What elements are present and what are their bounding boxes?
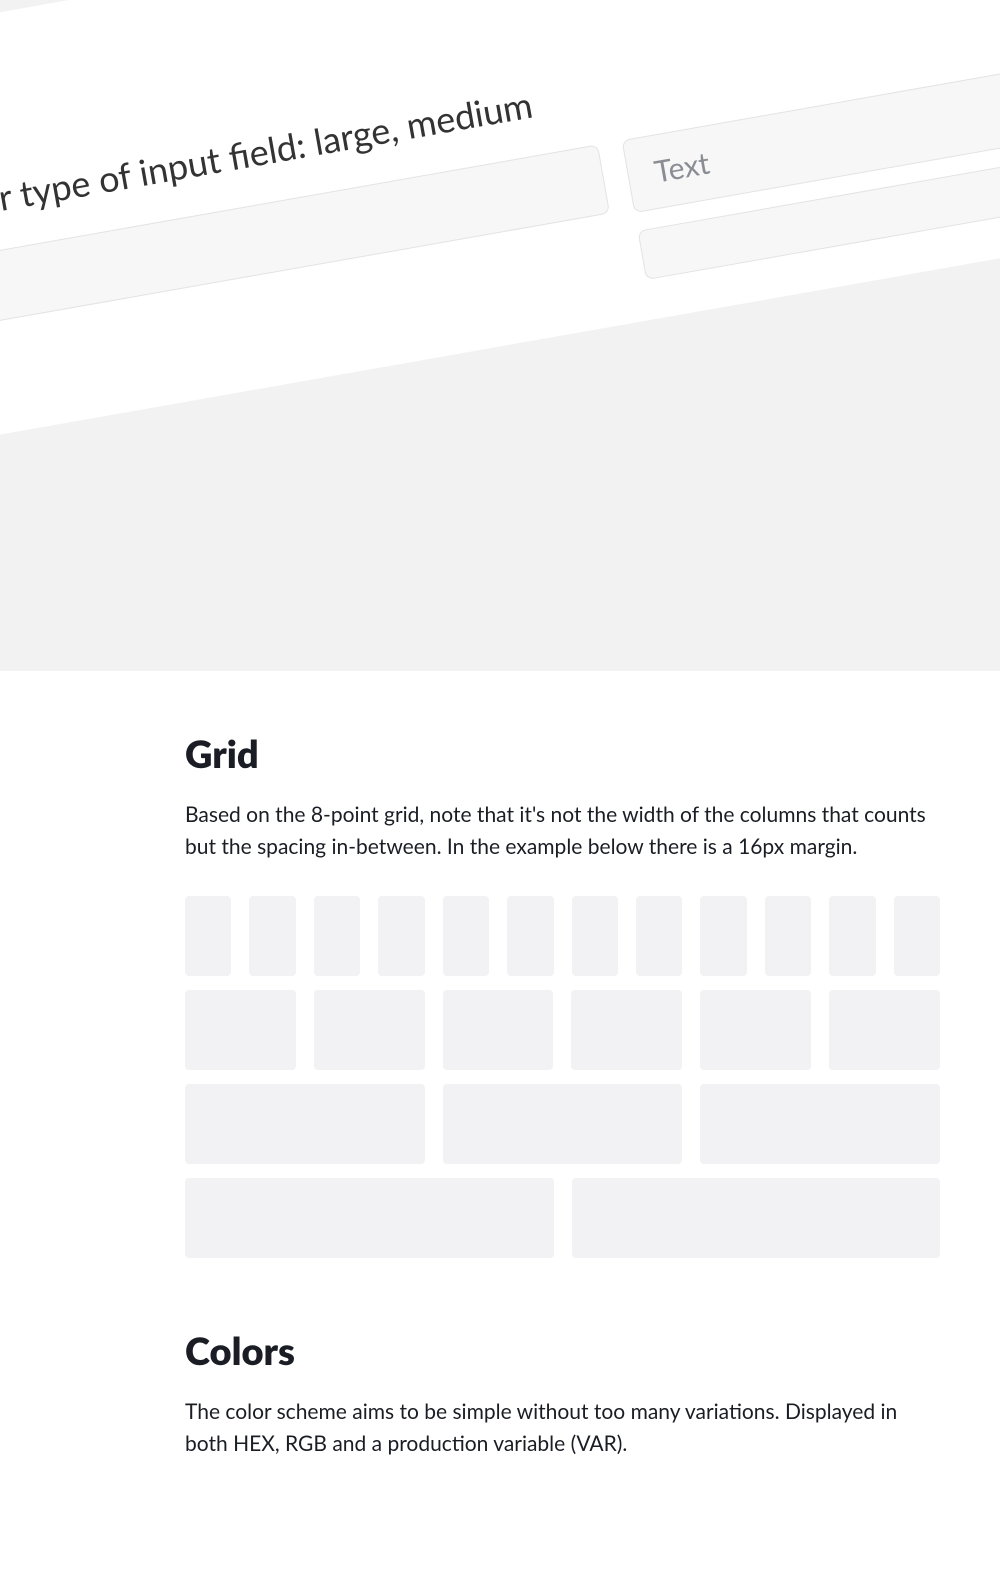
grid-cell xyxy=(185,1178,554,1258)
grid-cell xyxy=(765,896,811,976)
grid-description: Based on the 8-point grid, note that it'… xyxy=(185,799,940,862)
grid-cell xyxy=(443,896,489,976)
grid-cell xyxy=(507,896,553,976)
inputs-card: three sizes per type of input field: lar… xyxy=(0,0,1000,474)
colors-description: The color scheme aims to be simple witho… xyxy=(185,1396,940,1459)
grid-cell xyxy=(700,896,746,976)
grid-cell xyxy=(571,990,682,1070)
grid-cell xyxy=(572,1178,941,1258)
grid-cell xyxy=(443,990,554,1070)
grid-demo xyxy=(185,896,940,1258)
grid-cell xyxy=(185,990,296,1070)
grid-cell xyxy=(636,896,682,976)
grid-cell xyxy=(314,990,425,1070)
grid-cell xyxy=(894,896,940,976)
grid-cell xyxy=(378,896,424,976)
grid-title: Grid xyxy=(185,731,940,777)
grid-cell xyxy=(572,896,618,976)
grid-cell xyxy=(185,1084,425,1164)
grid-cell xyxy=(185,896,231,976)
grid-cell xyxy=(700,1084,940,1164)
grid-cell xyxy=(249,896,295,976)
grid-cell xyxy=(443,1084,683,1164)
grid-cell xyxy=(829,990,940,1070)
grid-cell xyxy=(700,990,811,1070)
hero-preview: ype: default, icon left, icon rig Button… xyxy=(0,0,1000,671)
input-placeholder: Text xyxy=(651,145,712,190)
colors-title: Colors xyxy=(185,1328,940,1374)
grid-cell xyxy=(314,896,360,976)
grid-cell xyxy=(829,896,875,976)
